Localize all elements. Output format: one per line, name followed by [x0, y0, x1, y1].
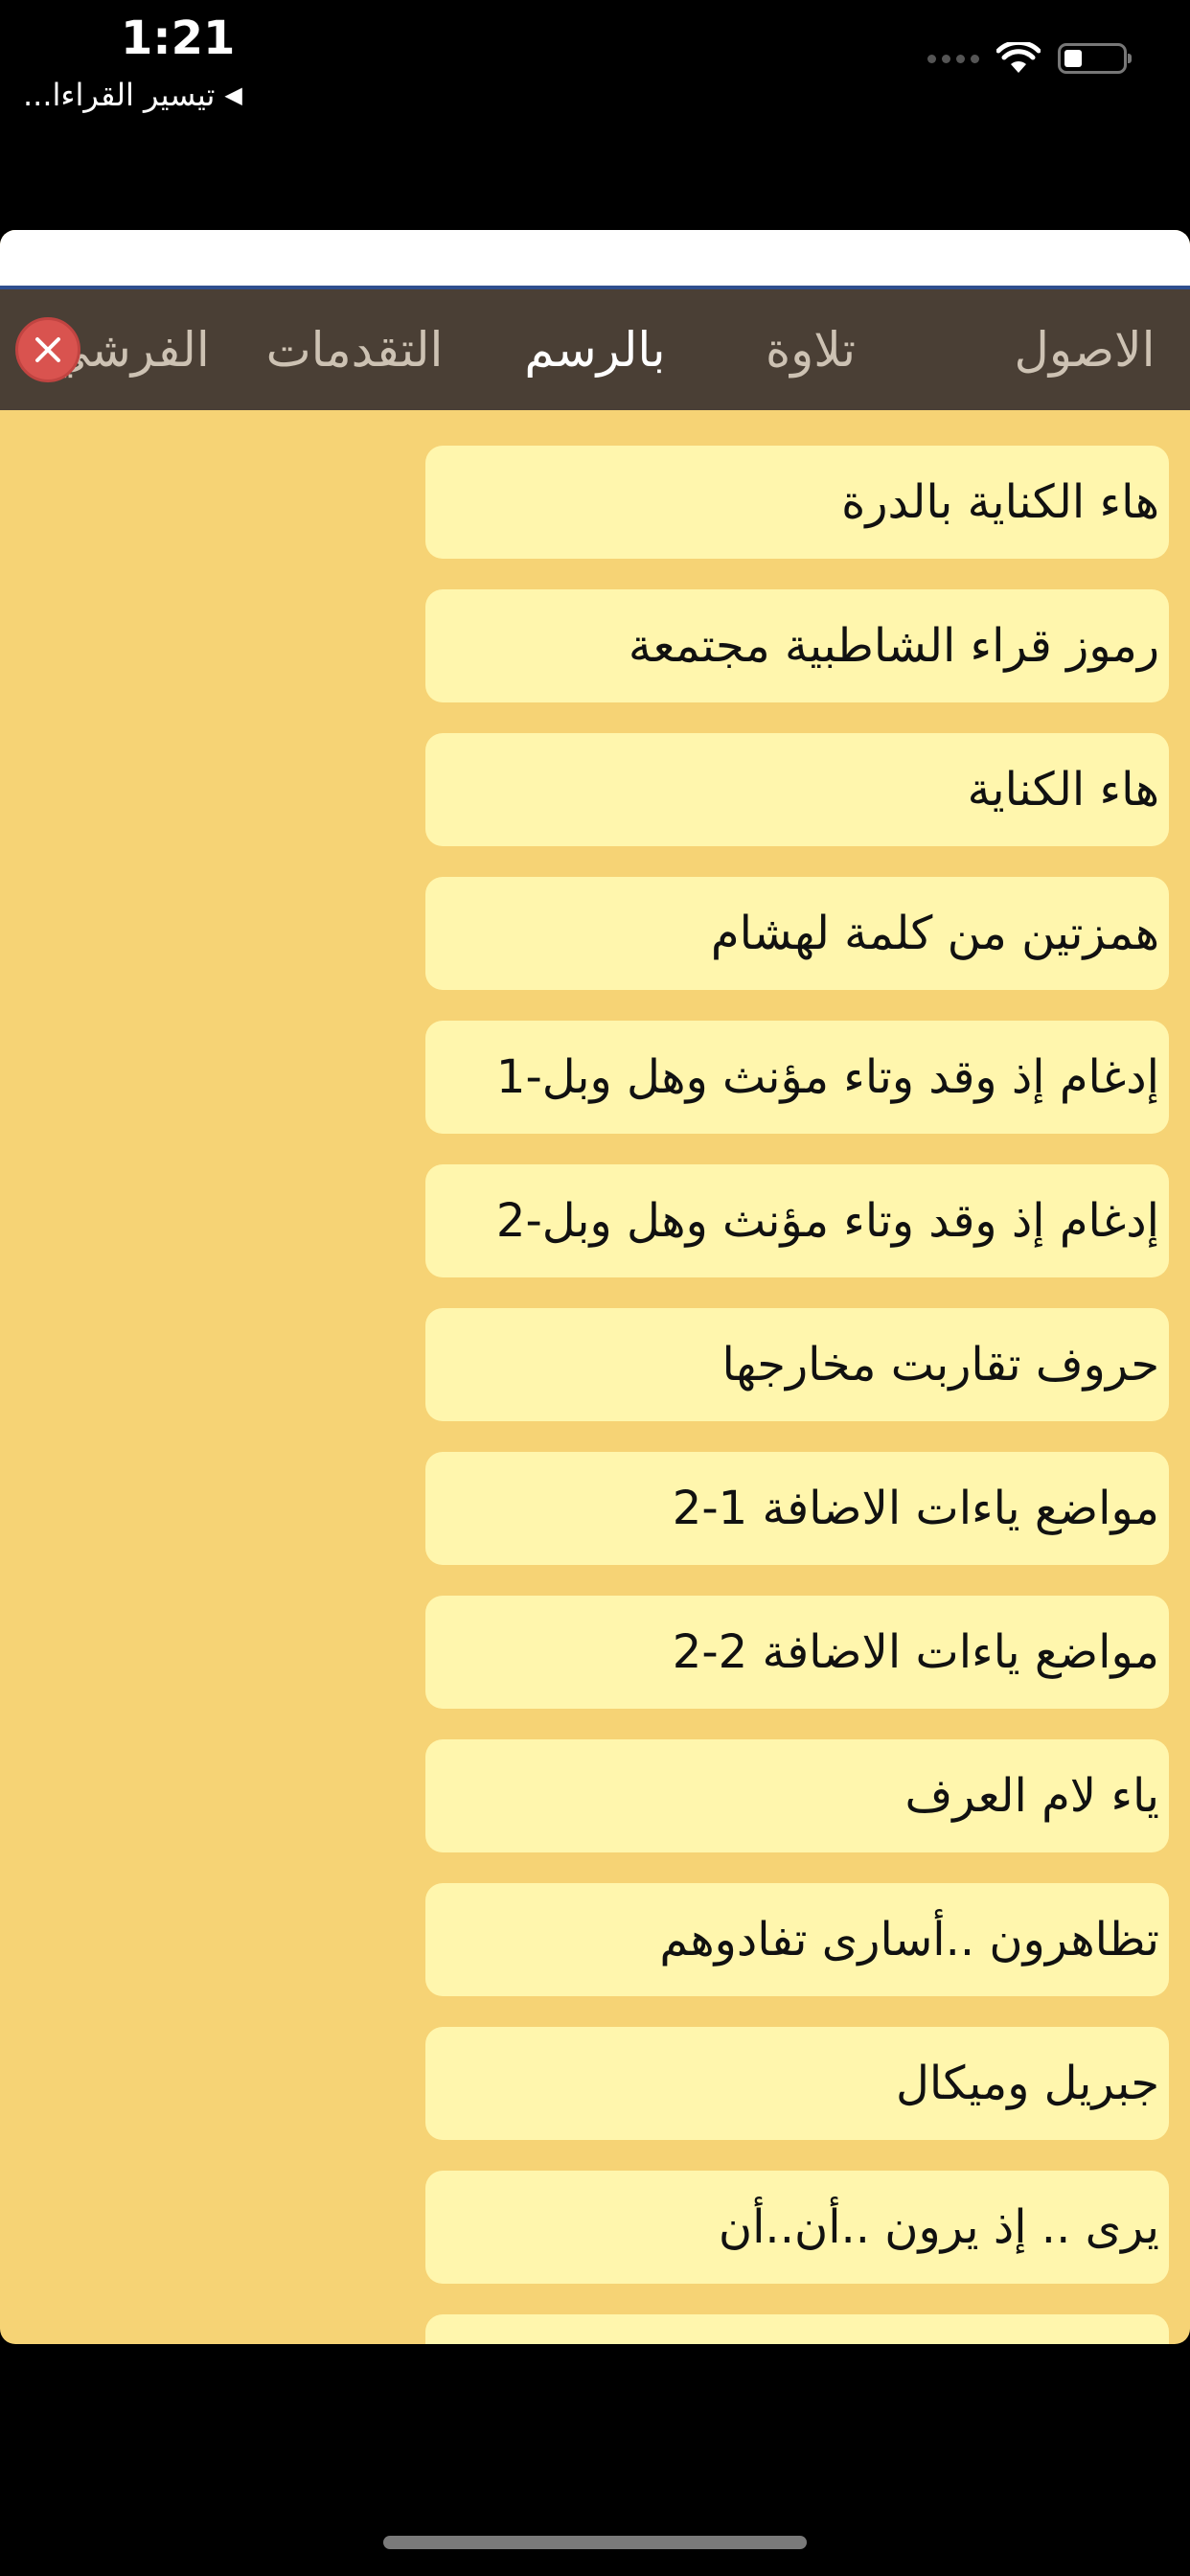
list-item[interactable]: ياء لام العرف — [425, 1739, 1169, 1852]
close-icon — [35, 337, 60, 362]
tab-taqadumat[interactable]: التقدمات — [259, 289, 450, 410]
cellular-signal-icon — [927, 54, 979, 63]
status-time: 1:21 — [121, 12, 236, 65]
tab-usool[interactable]: الاصول — [979, 289, 1190, 410]
home-indicator[interactable] — [383, 2536, 807, 2549]
list-item[interactable]: إدغام إذ وقد وتاء مؤنث وهل وبل-1 — [425, 1021, 1169, 1134]
status-indicators — [927, 42, 1132, 75]
close-button[interactable] — [15, 317, 80, 382]
back-arrow-icon: ◀ — [224, 81, 242, 108]
list-item[interactable]: مواضع ياءات الاضافة 1-2 — [425, 1452, 1169, 1565]
tab-tilawa[interactable]: تلاوة — [726, 289, 895, 410]
wifi-icon — [996, 42, 1041, 73]
app-screen: 1:21 ◀ تيسير القراءا... الاصول تلاوة بال… — [0, 0, 1190, 2576]
list-item[interactable]: هاء الكناية بالدرة — [425, 446, 1169, 559]
list-item[interactable]: إدغام إذ وقد وتاء مؤنث وهل وبل-2 — [425, 1164, 1169, 1277]
list-item[interactable]: يرى .. إذ يرون ..أن..أن — [425, 2171, 1169, 2284]
list-item[interactable]: هاء الكناية — [425, 733, 1169, 846]
search-bar[interactable] — [0, 230, 1190, 289]
list-item[interactable]: جبريل وميكال — [425, 2027, 1169, 2140]
list-item[interactable]: حروف تقاربت مخارجها — [425, 1308, 1169, 1421]
list-item[interactable]: رموز قراء الشاطبية مجتمعة — [425, 589, 1169, 702]
list-item[interactable] — [425, 2314, 1169, 2344]
back-app-label: تيسير القراءا... — [23, 77, 216, 113]
tab-bilrasm[interactable]: بالرسم — [514, 289, 676, 410]
list-item[interactable]: تظاهرون ..أسارى تفادوهم — [425, 1883, 1169, 1996]
list-item[interactable]: مواضع ياءات الاضافة 2-2 — [425, 1596, 1169, 1709]
battery-icon — [1058, 43, 1132, 74]
content-panel: الاصول تلاوة بالرسم التقدمات الفرشي هاء … — [0, 230, 1190, 2344]
list-item[interactable]: همزتين من كلمة لهشام — [425, 877, 1169, 990]
tab-bar: الاصول تلاوة بالرسم التقدمات الفرشي — [0, 289, 1190, 410]
back-to-app[interactable]: ◀ تيسير القراءا... — [23, 77, 242, 113]
